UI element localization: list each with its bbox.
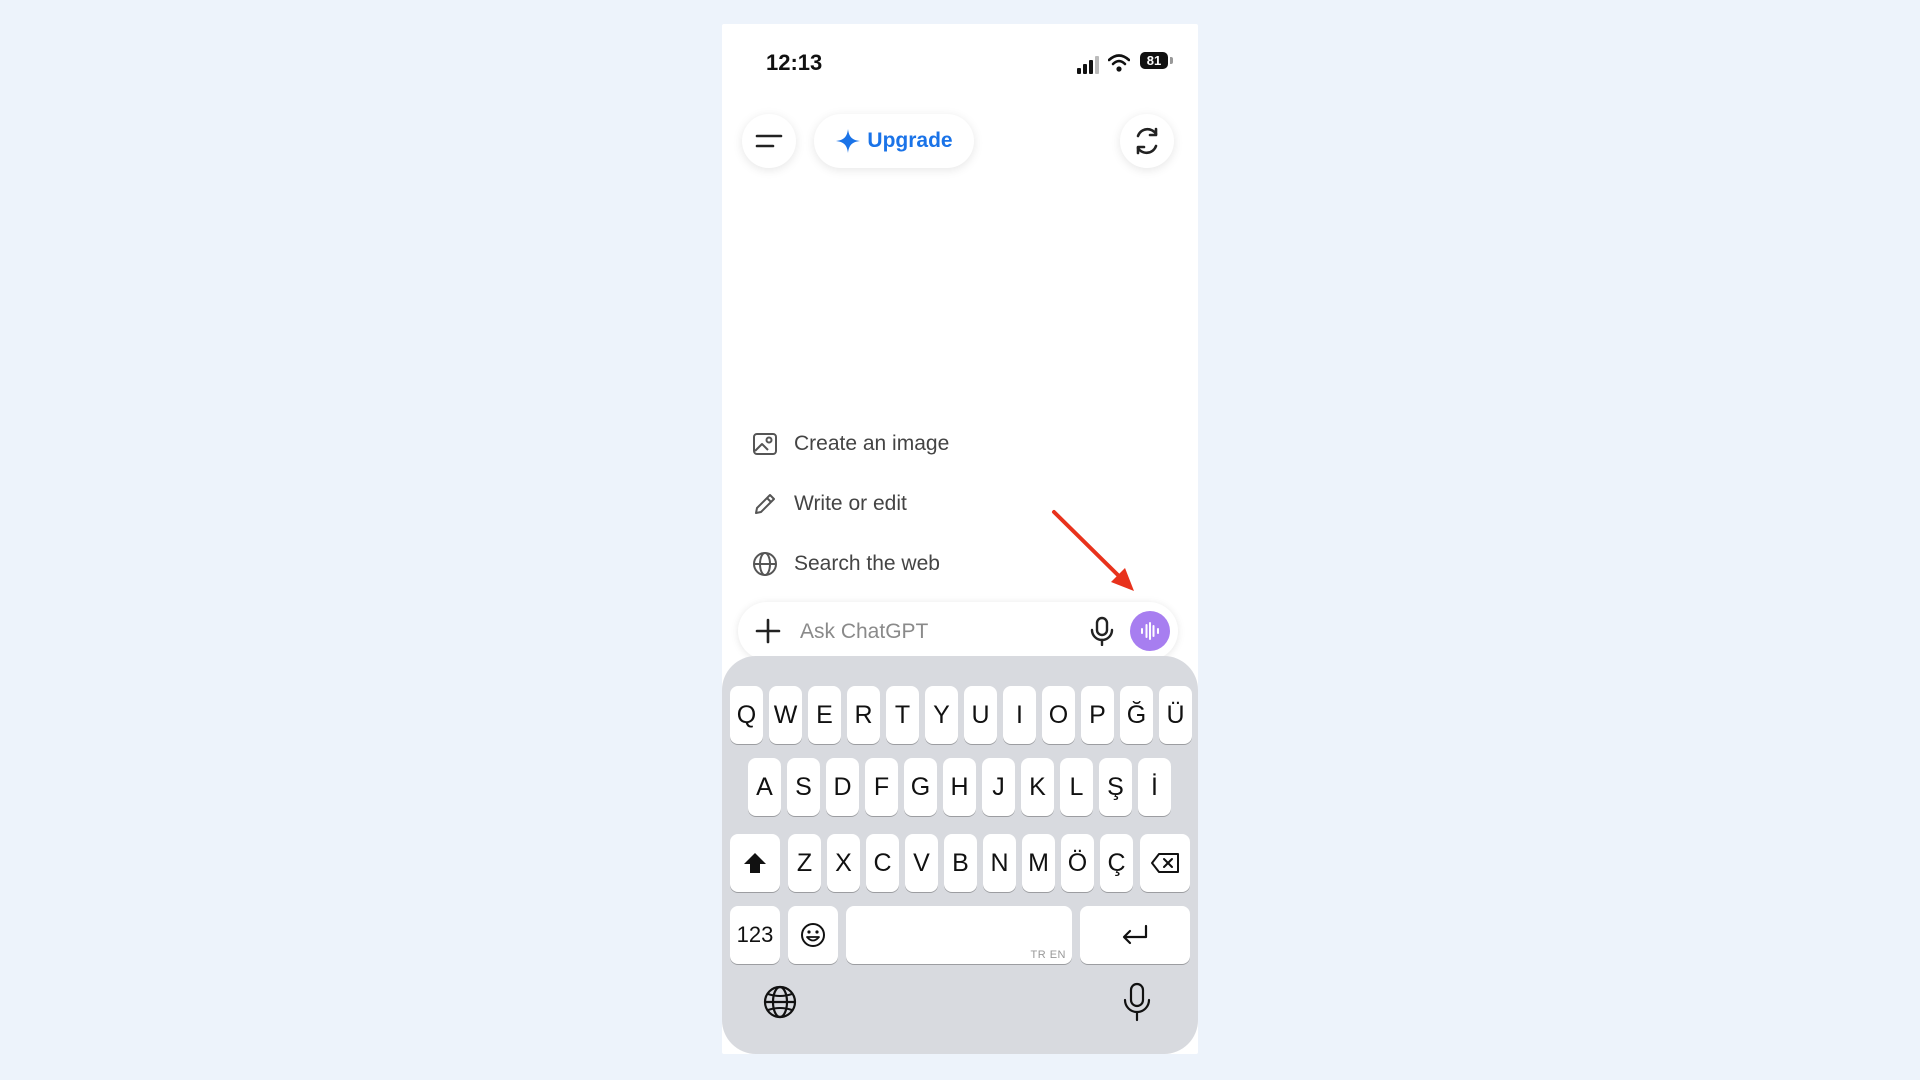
new-chat-button[interactable] [1120,114,1174,168]
key-ç[interactable]: Ç [1100,834,1133,892]
space-key[interactable]: TR EN [846,906,1072,964]
key-w[interactable]: W [769,686,802,744]
space-language-hint: TR EN [1030,949,1066,961]
key-p[interactable]: P [1081,686,1114,744]
key-c[interactable]: C [866,834,899,892]
image-icon [753,433,777,455]
status-bar: 12:13 81 [722,24,1198,100]
key-x[interactable]: X [827,834,860,892]
suggestion-label: Create an image [794,432,950,455]
suggestion-create-image[interactable]: Create an image [752,414,1172,474]
upgrade-label: Upgrade [867,129,953,152]
backspace-icon [1151,853,1179,873]
key-g[interactable]: G [904,758,937,816]
key-n[interactable]: N [983,834,1016,892]
key-d[interactable]: D [826,758,859,816]
keyboard: QWERTYUIOPĞÜ ASDFGHJKLŞİ ZXCVBNMÖÇ 123 T… [722,656,1198,1054]
key-f[interactable]: F [865,758,898,816]
key-ö[interactable]: Ö [1061,834,1094,892]
key-t[interactable]: T [886,686,919,744]
ask-input[interactable] [798,616,1052,648]
menu-icon [755,134,783,148]
key-j[interactable]: J [982,758,1015,816]
globe-icon [753,552,777,576]
voice-mode-button[interactable] [1130,611,1170,651]
key-v[interactable]: V [905,834,938,892]
key-i[interactable]: I [1003,686,1036,744]
key-s[interactable]: S [787,758,820,816]
numbers-key[interactable]: 123 [730,906,780,964]
key-h[interactable]: H [943,758,976,816]
key-o[interactable]: O [1042,686,1075,744]
key-r[interactable]: R [847,686,880,744]
pencil-icon [755,494,775,514]
keyboard-globe-icon[interactable] [762,984,798,1020]
key-i̇[interactable]: İ [1138,758,1171,816]
key-u[interactable]: U [964,686,997,744]
status-time: 12:13 [766,50,823,75]
key-z[interactable]: Z [788,834,821,892]
battery-cap [1170,57,1173,64]
key-q[interactable]: Q [730,686,763,744]
composer-bar [738,602,1178,660]
battery-icon: 81 [1140,52,1168,69]
suggestion-write-edit[interactable]: Write or edit [752,474,1172,534]
shift-key[interactable] [730,834,780,892]
phone-screen: 12:13 81 Upgrade Create an image Write o… [722,24,1198,1054]
key-ü[interactable]: Ü [1159,686,1192,744]
refresh-chat-icon [1136,127,1158,155]
signal-icon [1077,56,1099,74]
emoji-icon [801,923,825,947]
dictation-mic-icon[interactable] [1122,982,1152,1022]
key-l[interactable]: L [1060,758,1093,816]
waveform-icon [1141,622,1159,640]
key-ş[interactable]: Ş [1099,758,1132,816]
key-a[interactable]: A [748,758,781,816]
plus-icon[interactable] [754,617,782,645]
return-icon [1122,924,1148,945]
upgrade-button[interactable]: Upgrade [814,114,974,168]
key-ğ[interactable]: Ğ [1120,686,1153,744]
suggestion-search-web[interactable]: Search the web [752,534,1172,594]
wifi-icon [1108,54,1130,72]
key-b[interactable]: B [944,834,977,892]
key-k[interactable]: K [1021,758,1054,816]
shift-icon [744,853,766,873]
key-y[interactable]: Y [925,686,958,744]
key-e[interactable]: E [808,686,841,744]
suggestion-label: Search the web [794,552,940,575]
menu-button[interactable] [742,114,796,168]
key-m[interactable]: M [1022,834,1055,892]
sparkle-icon [836,129,861,153]
microphone-icon[interactable] [1088,616,1116,646]
suggestion-label: Write or edit [794,492,907,515]
suggestion-list: Create an image Write or edit Search the… [752,414,1172,594]
backspace-key[interactable] [1140,834,1190,892]
return-key[interactable] [1080,906,1190,964]
emoji-key[interactable] [788,906,838,964]
